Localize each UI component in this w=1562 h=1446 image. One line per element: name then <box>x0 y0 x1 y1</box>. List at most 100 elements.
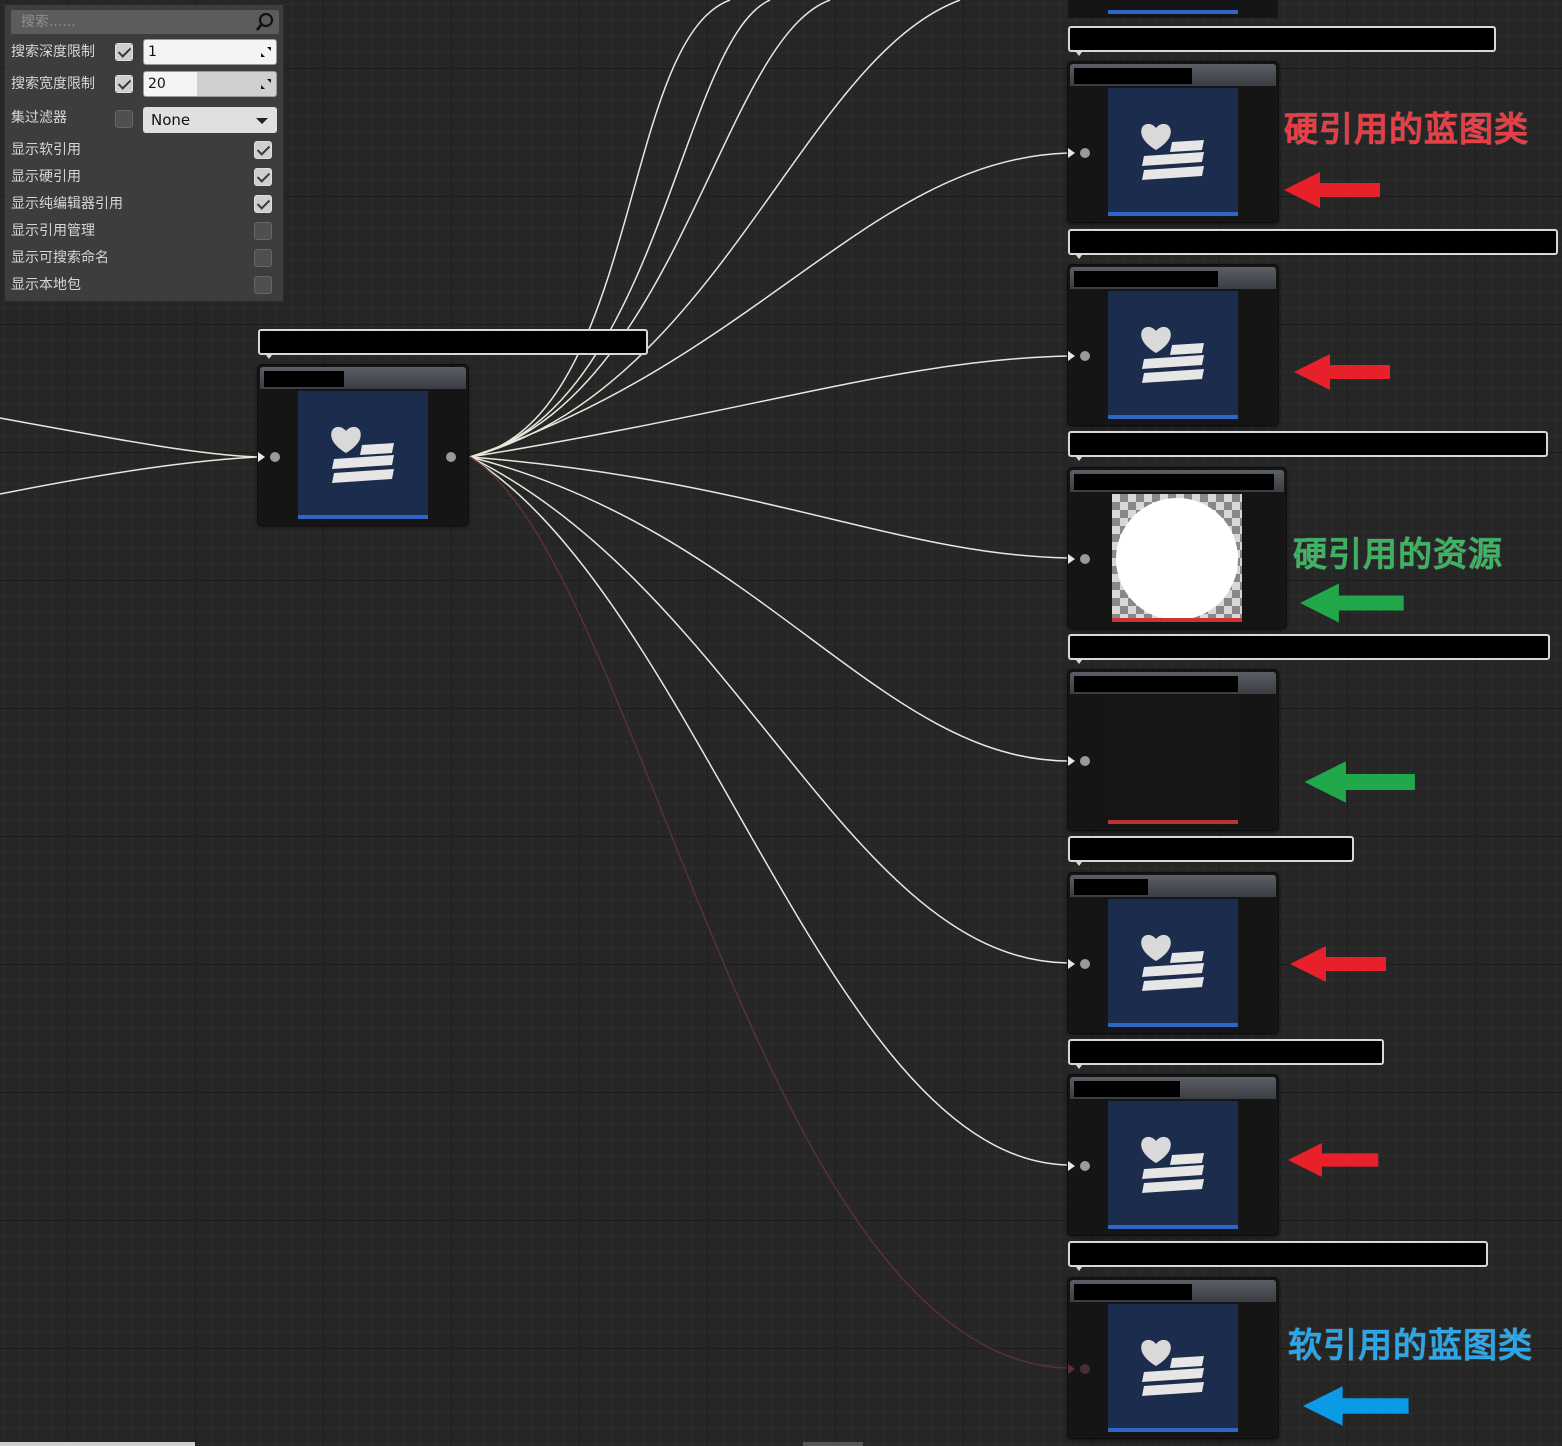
node-title-mask <box>264 371 344 387</box>
annotation-hard-asset: 硬引用的资源 <box>1293 535 1503 576</box>
node-name-label <box>1068 229 1558 259</box>
node-thumbnail <box>298 391 428 519</box>
node-thumbnail <box>1108 1304 1238 1432</box>
breadth-limit-checkbox[interactable] <box>115 75 133 93</box>
red-arrow-icon <box>1288 1143 1379 1177</box>
blueprint-heart-icon <box>1141 934 1204 991</box>
blueprint-node-hard[interactable] <box>1068 265 1278 425</box>
node-title-mask <box>1074 474 1274 490</box>
scrollbar-thumb[interactable] <box>803 1442 863 1446</box>
texture-node-hard[interactable] <box>1068 468 1286 628</box>
depth-limit-value: 1 <box>148 44 157 60</box>
node-title-mask <box>1074 676 1238 692</box>
input-pin[interactable] <box>1080 959 1090 969</box>
toggle-checkbox[interactable] <box>254 249 272 267</box>
blueprint-node-hard[interactable] <box>1068 62 1278 222</box>
node-type-bar <box>1108 1428 1238 1432</box>
node-thumbnail <box>1108 1101 1238 1229</box>
blueprint-heart-icon <box>1141 1339 1204 1396</box>
scrollbar-h[interactable] <box>0 1442 195 1446</box>
input-pin[interactable] <box>1080 554 1090 564</box>
node-type-bar <box>1108 820 1238 824</box>
material-node-hard[interactable] <box>1068 670 1278 830</box>
wire <box>469 0 831 458</box>
toggle-label: 显示纯编辑器引用 <box>11 196 123 212</box>
red-arrow-icon <box>1290 946 1386 982</box>
toggle-checkbox[interactable] <box>254 222 272 240</box>
blueprint-heart-icon <box>1141 1136 1204 1193</box>
search-icon[interactable] <box>255 12 275 32</box>
node-thumbnail <box>1108 696 1238 824</box>
blueprint-node-hard[interactable] <box>1068 1075 1278 1235</box>
root-node[interactable] <box>258 365 468 525</box>
input-pin[interactable] <box>1080 351 1090 361</box>
node-name-label <box>1068 26 1496 56</box>
input-pin[interactable] <box>270 452 280 462</box>
node-type-bar <box>298 515 428 519</box>
pin-arrow-icon <box>1068 756 1075 766</box>
depth-limit-label: 搜索深度限制 <box>11 44 95 60</box>
input-pin[interactable] <box>1080 148 1090 158</box>
node-name-label <box>1068 1241 1488 1271</box>
output-pin[interactable] <box>446 452 456 462</box>
annotation-soft-blueprint: 软引用的蓝图类 <box>1288 1326 1533 1367</box>
breadth-limit-value: 20 <box>148 76 166 92</box>
node-thumbnail <box>1108 88 1238 216</box>
node-header <box>1070 470 1284 492</box>
wire-to-node-3 <box>469 456 1069 559</box>
toggle-label: 显示本地包 <box>11 277 81 293</box>
node-thumbnail <box>1108 899 1238 1027</box>
partial-node <box>1068 0 1278 18</box>
input-pin[interactable] <box>1080 756 1090 766</box>
node-header <box>1070 267 1276 289</box>
node-type-bar <box>1108 1023 1238 1027</box>
search-input[interactable] <box>19 13 253 31</box>
collection-filter-dropdown[interactable]: None <box>143 107 277 133</box>
node-name-label <box>1068 1039 1384 1069</box>
toggle-checkbox[interactable] <box>254 168 272 186</box>
input-pin[interactable] <box>1080 1161 1090 1171</box>
wire-to-node-5 <box>469 456 1069 964</box>
node-header <box>260 367 466 389</box>
depth-limit-checkbox[interactable] <box>115 43 133 61</box>
soft-wire-to-node-7 <box>469 456 1069 1369</box>
green-arrow-icon <box>1304 761 1415 803</box>
blueprint-node-hard[interactable] <box>1068 873 1278 1033</box>
toggle-label: 显示硬引用 <box>11 169 81 185</box>
blueprint-node-soft[interactable] <box>1068 1278 1278 1438</box>
root-node-name <box>258 329 648 359</box>
node-title-mask <box>1074 1284 1192 1300</box>
reference-graph-canvas[interactable]: 搜索深度限制 1 搜索宽度限制 20 集过滤器 None 显示软引用显示硬引用显… <box>0 0 1562 1446</box>
blueprint-heart-icon <box>331 426 394 483</box>
breadth-limit-input[interactable]: 20 <box>143 71 277 97</box>
toggle-checkbox[interactable] <box>254 195 272 213</box>
pin-arrow-icon <box>1068 959 1075 969</box>
node-header <box>1070 875 1276 897</box>
node-thumbnail <box>1108 291 1238 419</box>
node-type-bar <box>1108 1225 1238 1229</box>
input-pin[interactable] <box>1080 1364 1090 1374</box>
node-title-mask <box>1074 68 1192 84</box>
search-box[interactable] <box>11 10 279 34</box>
pin-arrow-icon <box>1068 351 1075 361</box>
depth-limit-input[interactable]: 1 <box>143 39 277 65</box>
toggle-checkbox[interactable] <box>254 141 272 159</box>
node-name-label <box>1068 634 1550 664</box>
blue-arrow-icon <box>1303 1386 1409 1426</box>
spin-arrows-icon <box>261 79 271 89</box>
node-header <box>1070 1280 1276 1302</box>
node-header <box>1070 672 1276 694</box>
collection-filter-checkbox[interactable] <box>115 110 133 128</box>
annotation-hard-blueprint: 硬引用的蓝图类 <box>1284 110 1529 151</box>
pin-arrow-icon <box>1068 554 1075 564</box>
node-title-mask <box>1074 879 1148 895</box>
reference-viewer-options-panel: 搜索深度限制 1 搜索宽度限制 20 集过滤器 None 显示软引用显示硬引用显… <box>4 4 284 302</box>
node-title-mask <box>1074 271 1218 287</box>
collection-filter-label: 集过滤器 <box>11 110 67 126</box>
red-arrow-icon <box>1294 354 1390 390</box>
pin-arrow-icon <box>1068 148 1075 158</box>
wire-to-node-6 <box>469 456 1069 1166</box>
green-arrow-icon <box>1300 583 1404 623</box>
blueprint-heart-icon <box>1141 326 1204 383</box>
toggle-checkbox[interactable] <box>254 276 272 294</box>
